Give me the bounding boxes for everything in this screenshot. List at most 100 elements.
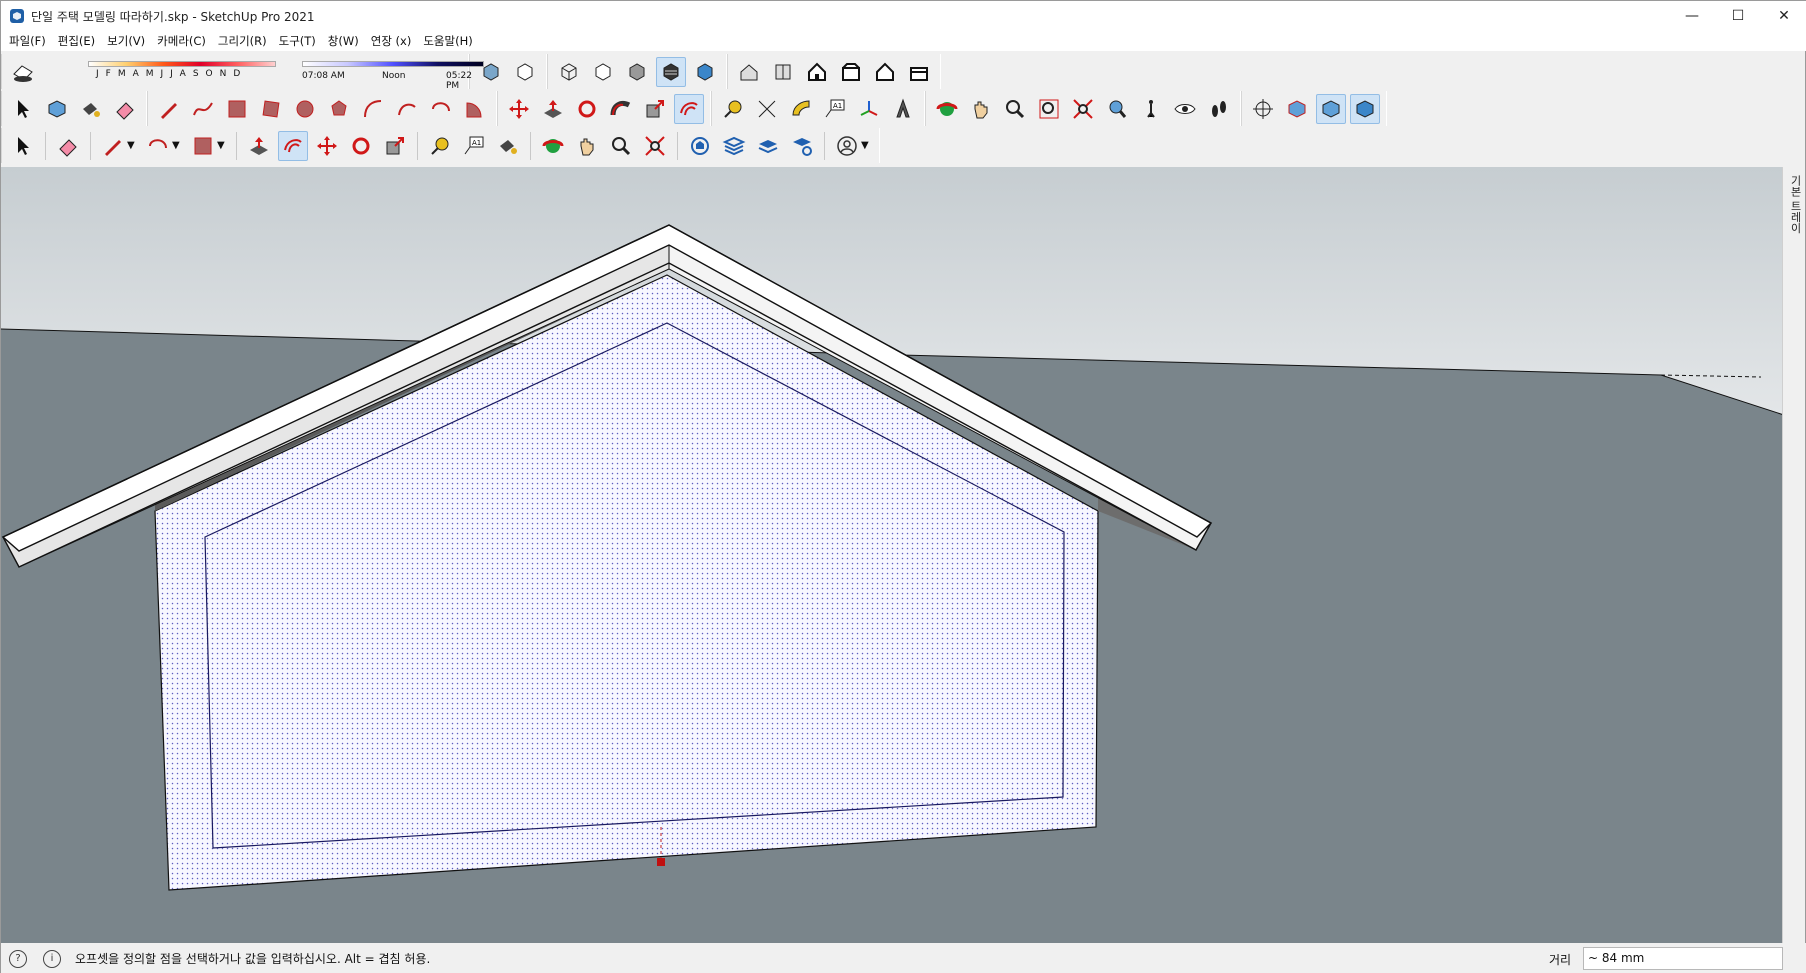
follow-me-button[interactable]	[606, 94, 636, 124]
line-button-2[interactable]	[98, 131, 128, 161]
maximize-button[interactable]: ☐	[1715, 1, 1761, 31]
menu-file[interactable]: 파일(F)	[3, 31, 52, 51]
orbit-button[interactable]	[932, 94, 962, 124]
iso-view-button[interactable]	[734, 57, 764, 87]
3d-text-button[interactable]	[888, 94, 918, 124]
menu-draw[interactable]: 그리기(R)	[212, 31, 273, 51]
dimension-button[interactable]	[752, 94, 782, 124]
rectangle-button-2[interactable]	[188, 131, 218, 161]
layout-button[interactable]	[753, 131, 783, 161]
geolocation-icon[interactable]: ?	[9, 949, 27, 968]
tape-measure-button-2[interactable]	[425, 131, 455, 161]
select-button-2[interactable]	[8, 131, 38, 161]
section-plane-button[interactable]	[1248, 94, 1278, 124]
polygon-button[interactable]	[324, 94, 354, 124]
month-slider[interactable]	[88, 60, 276, 67]
look-around-button[interactable]	[1170, 94, 1200, 124]
position-camera-button[interactable]	[1136, 94, 1166, 124]
default-tray-tab[interactable]: 기본 트레이	[1782, 167, 1805, 943]
shadow-toggle-button[interactable]	[8, 57, 38, 87]
zoom-extents-button-2[interactable]	[640, 131, 670, 161]
three-point-arc-button[interactable]	[426, 94, 456, 124]
menu-edit[interactable]: 편집(E)	[52, 31, 101, 51]
offset-button-2[interactable]	[278, 130, 308, 161]
select-button[interactable]	[8, 94, 38, 124]
display-section-fill-button[interactable]	[1350, 93, 1380, 124]
walk-button[interactable]	[1204, 94, 1234, 124]
measurement-input[interactable]: ~ 84 mm	[1583, 947, 1783, 970]
line-button[interactable]	[154, 94, 184, 124]
zoom-window-button[interactable]	[1034, 94, 1064, 124]
scale-button-2[interactable]	[380, 131, 410, 161]
front-view-button[interactable]	[802, 57, 832, 87]
freehand-button[interactable]	[188, 94, 218, 124]
axes-button[interactable]	[854, 94, 884, 124]
paint-bucket-button[interactable]	[76, 94, 106, 124]
info-icon[interactable]: i	[43, 949, 61, 968]
display-section-planes-button[interactable]	[1282, 94, 1312, 124]
tape-measure-button[interactable]	[718, 94, 748, 124]
close-button[interactable]: ✕	[1761, 1, 1806, 31]
menu-camera[interactable]: 카메라(C)	[151, 31, 212, 51]
make-component-button[interactable]	[42, 94, 72, 124]
menu-window[interactable]: 창(W)	[322, 31, 365, 51]
rotate-button-2[interactable]	[346, 131, 376, 161]
arc-button[interactable]	[358, 94, 388, 124]
pie-button[interactable]	[460, 94, 490, 124]
move-button[interactable]	[504, 94, 534, 124]
top-view-button[interactable]	[768, 57, 798, 87]
right-view-button[interactable]	[836, 57, 866, 87]
model-viewport[interactable]	[1, 167, 1784, 943]
push-pull-button-2[interactable]	[244, 131, 274, 161]
hidden-line-button[interactable]	[588, 57, 618, 87]
extension-warehouse-button[interactable]	[719, 131, 749, 161]
protractor-button[interactable]	[786, 94, 816, 124]
circle-button[interactable]	[290, 94, 320, 124]
chevron-down-icon[interactable]: ▼	[127, 140, 137, 151]
eraser-button-2[interactable]	[53, 131, 83, 161]
separator	[530, 131, 531, 160]
time-slider[interactable]	[302, 60, 484, 67]
eraser-button[interactable]	[110, 94, 140, 124]
back-view-button[interactable]	[870, 57, 900, 87]
chevron-down-icon[interactable]: ▼	[861, 140, 871, 151]
wireframe-button[interactable]	[554, 57, 584, 87]
zoom-button-2[interactable]	[606, 131, 636, 161]
minimize-button[interactable]: —	[1669, 1, 1715, 31]
move-button-2[interactable]	[312, 131, 342, 161]
zoom-extents-button[interactable]	[1068, 94, 1098, 124]
chevron-down-icon[interactable]: ▼	[172, 140, 182, 151]
display-section-cuts-button[interactable]	[1316, 93, 1346, 124]
menu-extensions[interactable]: 연장 (x)	[365, 31, 418, 51]
rotate-button[interactable]	[572, 94, 602, 124]
previous-view-button[interactable]	[1102, 94, 1132, 124]
push-pull-button[interactable]	[538, 94, 568, 124]
model-canvas[interactable]	[1, 167, 1784, 943]
pan-button[interactable]	[966, 94, 996, 124]
menu-help[interactable]: 도움말(H)	[417, 31, 478, 51]
zoom-button[interactable]	[1000, 94, 1030, 124]
extension-manager-button[interactable]	[787, 131, 817, 161]
text-button[interactable]: A1	[820, 94, 850, 124]
3d-warehouse-button[interactable]	[685, 131, 715, 161]
left-view-button[interactable]	[904, 57, 934, 87]
rotated-rectangle-button[interactable]	[256, 94, 286, 124]
text-button-2[interactable]: A1	[459, 131, 489, 161]
menu-tools[interactable]: 도구(T)	[273, 31, 322, 51]
title-bar: 단일 주택 모델링 따라하기.skp - SketchUp Pro 2021 —…	[1, 1, 1806, 31]
scale-button[interactable]	[640, 94, 670, 124]
rectangle-button[interactable]	[222, 94, 252, 124]
account-button[interactable]	[832, 131, 862, 161]
arc-button-2[interactable]	[143, 131, 173, 161]
orbit-button-2[interactable]	[538, 131, 568, 161]
two-point-arc-button[interactable]	[392, 94, 422, 124]
shaded-textures-button[interactable]	[656, 56, 686, 87]
paint-bucket-button-2[interactable]	[493, 131, 523, 161]
chevron-down-icon[interactable]: ▼	[217, 140, 227, 151]
pan-button-2[interactable]	[572, 131, 602, 161]
menu-view[interactable]: 보기(V)	[101, 31, 151, 51]
shaded-button[interactable]	[622, 57, 652, 87]
monochrome-button[interactable]	[690, 57, 720, 87]
back-edges-button[interactable]	[510, 57, 540, 87]
offset-button[interactable]	[674, 93, 704, 124]
